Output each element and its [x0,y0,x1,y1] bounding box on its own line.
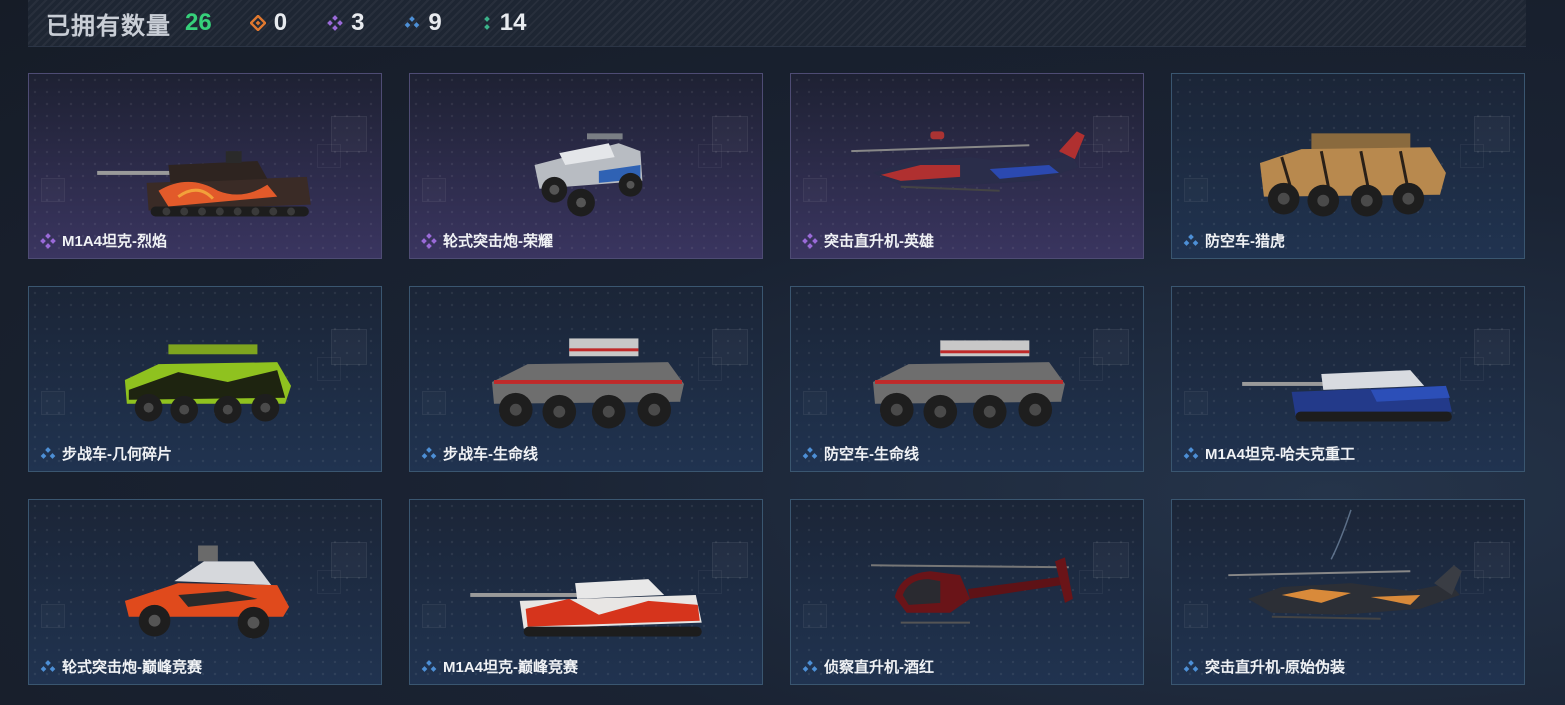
vehicle-name: M1A4坦克-烈焰 [62,233,168,250]
blue-diamond-icon [404,15,420,31]
blue-diamond-icon [40,446,56,462]
blue-diamond-icon [40,659,56,675]
vehicle-card[interactable]: 轮式突击炮-荣耀 [409,73,763,259]
vehicle-card-label: 步战车-几何碎片 [40,443,172,464]
blue-diamond-icon [1183,659,1199,675]
vehicle-card-label: 步战车-生命线 [421,443,538,464]
vehicle-card[interactable]: M1A4坦克-哈夫克重工 [1171,286,1525,472]
blue-diamond-icon [1183,233,1199,249]
vehicle-card-label: 防空车-猎虎 [1183,230,1285,251]
vehicle-name: M1A4坦克-哈夫克重工 [1205,446,1356,463]
rarity-count-value: 9 [428,9,442,36]
vehicle-card[interactable]: 步战车-生命线 [409,286,763,472]
blue-diamond-icon [1183,446,1199,462]
vehicle-card-label: M1A4坦克-巅峰竞赛 [421,656,578,677]
vehicle-card[interactable]: 防空车-生命线 [790,286,1144,472]
vehicle-name: M1A4坦克-巅峰竞赛 [443,659,579,676]
vehicle-card[interactable]: 轮式突击炮-巅峰竞赛 [28,499,382,685]
rarity-count-purple: 3 [327,9,364,37]
rarity-count-orange: 0 [249,9,288,37]
purple-diamond-icon [40,232,56,249]
vehicle-card[interactable]: 突击直升机-原始伪装 [1171,499,1525,685]
blue-diamond-icon [421,446,437,462]
vehicle-skin-grid: M1A4坦克-烈焰 轮式突击炮-荣耀 突击直升机-英雄 防空车-猎虎 步战车-几… [28,73,1525,685]
purple-diamond-icon [421,232,437,249]
vehicle-name: 防空车-生命线 [824,446,919,463]
purple-diamond-icon [802,232,818,249]
vehicle-card-label: 突击直升机-英雄 [802,230,934,251]
rarity-count-blue: 9 [404,9,442,37]
vehicle-card[interactable]: M1A4坦克-烈焰 [28,73,382,259]
vehicle-card[interactable]: 防空车-猎虎 [1171,73,1525,259]
blue-diamond-icon [421,659,437,675]
vehicle-name: 步战车-生命线 [443,446,538,463]
purple-diamond-icon [327,15,343,31]
owned-count-total: 26 [185,9,212,36]
vehicle-card[interactable]: M1A4坦克-巅峰竞赛 [409,499,763,685]
vehicle-name: 步战车-几何碎片 [62,446,172,463]
vehicle-card-label: 轮式突击炮-巅峰竞赛 [40,656,202,677]
vehicle-card-label: 侦察直升机-酒红 [802,656,934,677]
vehicle-card-label: M1A4坦克-哈夫克重工 [1183,443,1355,464]
vehicle-name: 轮式突击炮-荣耀 [443,233,553,250]
vehicle-name: 突击直升机-英雄 [824,233,934,250]
vehicle-name: 侦察直升机-酒红 [824,659,934,676]
rarity-count-green: 14 [482,9,527,37]
orange-diamond-icon [249,15,266,31]
vehicle-name: 防空车-猎虎 [1205,233,1285,250]
owned-summary-bar: 已拥有数量 26 0 3 9 14 [28,0,1526,47]
vehicle-card[interactable]: 侦察直升机-酒红 [790,499,1144,685]
vehicle-card-label: M1A4坦克-烈焰 [40,230,167,251]
rarity-count-value: 14 [499,9,527,36]
vehicle-card[interactable]: 步战车-几何碎片 [28,286,382,472]
blue-diamond-icon [802,446,818,462]
rarity-count-value: 3 [351,9,365,36]
owned-count-label: 已拥有数量 [46,12,171,40]
vehicle-card-label: 突击直升机-原始伪装 [1183,656,1345,677]
vehicle-card[interactable]: 突击直升机-英雄 [790,73,1144,259]
vehicle-card-label: 轮式突击炮-荣耀 [421,230,553,251]
vehicle-name: 突击直升机-原始伪装 [1205,659,1345,676]
green-dots-icon [482,15,492,31]
vehicle-name: 轮式突击炮-巅峰竞赛 [62,659,202,676]
blue-diamond-icon [802,659,818,675]
vehicle-card-label: 防空车-生命线 [802,443,919,464]
rarity-count-value: 0 [273,9,288,36]
